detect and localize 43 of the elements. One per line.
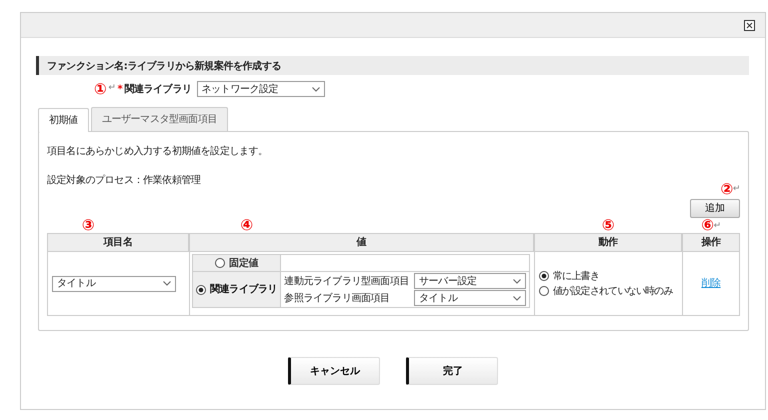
annotation-marker: ⑥ [701, 218, 714, 233]
radio-button[interactable] [539, 271, 549, 281]
field-label: 関連ライブラリ [124, 82, 192, 96]
annotation-marker: ② [720, 182, 733, 197]
option-label: 常に上書き [553, 270, 600, 284]
delete-link[interactable]: 削除 [701, 276, 721, 291]
dropdown[interactable]: タイトル [414, 290, 526, 306]
field-label: 参照ライブラリ画面項目 [284, 292, 390, 306]
dialog-button[interactable]: 完了 [406, 357, 498, 385]
annotation-marker: ④ [240, 218, 253, 233]
option-label: 値が設定されていない時のみ [553, 284, 673, 298]
add-button[interactable]: 追加 [690, 199, 740, 218]
tab[interactable]: ユーザーマスタ型画面項目 [90, 107, 228, 131]
return-mark: ↵ [714, 220, 721, 232]
caret-icon [513, 278, 521, 284]
caret-icon [513, 296, 521, 300]
description-text: 項目名にあらかじめ入力する初期値を設定します。 [47, 144, 269, 159]
dialog-button[interactable]: キャンセル [288, 357, 380, 385]
caret-icon [312, 86, 320, 92]
process-text: 設定対象のプロセス：作業依頼管理 [47, 174, 201, 188]
section-title: ファンクション名:ライブラリから新規案件を作成する [47, 61, 281, 72]
tab[interactable]: 初期値 [38, 108, 89, 132]
return-mark: ↵ [732, 182, 740, 196]
dropdown[interactable]: タイトル [52, 276, 176, 292]
column-header: 項目名 [47, 233, 189, 252]
close-icon[interactable] [744, 20, 755, 30]
annotation-marker: ③ [82, 218, 94, 233]
radio-button[interactable] [539, 286, 549, 296]
required-mark: * [117, 82, 122, 96]
return-mark: ↵ [108, 82, 116, 96]
column-header: 値 [189, 233, 534, 252]
dropdown[interactable]: ネットワーク設定 [196, 81, 325, 97]
caret-icon [163, 281, 171, 286]
annotation-marker: ⑤ [602, 218, 614, 233]
radio-button[interactable] [196, 284, 206, 294]
column-header: 操作 [682, 233, 740, 252]
option-label: 関連ライブラリ [210, 282, 278, 297]
column-header: 動作 [534, 233, 682, 252]
field-label: 連動元ライブラリ型画面項目 [284, 274, 410, 288]
radio-button[interactable] [215, 258, 226, 268]
annotation-marker: ① [94, 82, 106, 96]
dropdown[interactable]: サーバー設定 [414, 273, 526, 289]
option-label: 固定値 [229, 256, 258, 270]
